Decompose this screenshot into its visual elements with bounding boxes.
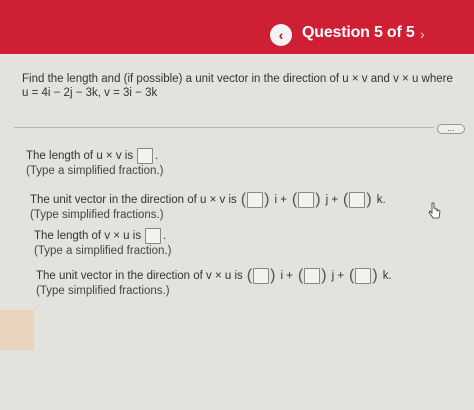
divider	[14, 127, 434, 128]
hint-text: (Type simplified fractions.)	[30, 209, 164, 221]
unit-label: k.	[376, 194, 386, 206]
part-unit-vxu: The unit vector in the direction of v × …	[36, 268, 395, 298]
question-title: Question 5 of 5	[302, 24, 415, 41]
unit-label: i +	[274, 194, 287, 206]
answer-input-uxv-j[interactable]	[298, 192, 315, 208]
hint-text: (Type a simplified fraction.)	[34, 245, 172, 257]
prompt-text: The unit vector in the direction of u × …	[30, 194, 237, 206]
prompt-text: The length of v × u is	[34, 230, 142, 242]
chevron-right-icon: ›	[420, 26, 425, 42]
answer-input-length-uxv[interactable]	[137, 148, 154, 164]
problem-line-2: u = 4i − 2j − 3k, v = 3i − 3k	[22, 87, 158, 99]
next-question-button[interactable]: ›	[420, 26, 425, 42]
mouse-pointer-icon	[428, 202, 441, 219]
header-bar: ‹ Question 5 of 5 ›	[0, 0, 474, 54]
previous-question-button[interactable]: ‹	[270, 24, 292, 46]
answer-input-vxu-k[interactable]	[355, 268, 372, 284]
answer-input-uxv-k[interactable]	[349, 192, 366, 208]
part-length-uxv: The length of u × v is . (Type a simplif…	[26, 148, 164, 177]
answer-input-uxv-i[interactable]	[247, 192, 264, 208]
unit-label: k.	[382, 270, 392, 282]
problem-line-1: Find the length and (if possible) a unit…	[22, 73, 453, 85]
hint-text: (Type simplified fractions.)	[36, 285, 170, 297]
more-options-button[interactable]: ...	[437, 124, 465, 134]
answer-input-vxu-j[interactable]	[304, 268, 321, 284]
prompt-text: The unit vector in the direction of v × …	[36, 270, 243, 282]
unit-label: j +	[325, 194, 339, 206]
unit-label: i +	[280, 270, 293, 282]
part-unit-uxv: The unit vector in the direction of u × …	[30, 192, 389, 222]
hint-text: (Type a simplified fraction.)	[26, 165, 164, 177]
answer-input-length-vxu[interactable]	[145, 228, 162, 244]
problem-statement: Find the length and (if possible) a unit…	[22, 72, 453, 100]
unit-label: j +	[331, 270, 345, 282]
answer-input-vxu-i[interactable]	[253, 268, 270, 284]
background-strip	[0, 310, 34, 350]
chevron-left-icon: ‹	[278, 27, 284, 43]
part-length-vxu: The length of v × u is . (Type a simplif…	[34, 228, 172, 257]
prompt-text: The length of u × v is	[26, 150, 134, 162]
